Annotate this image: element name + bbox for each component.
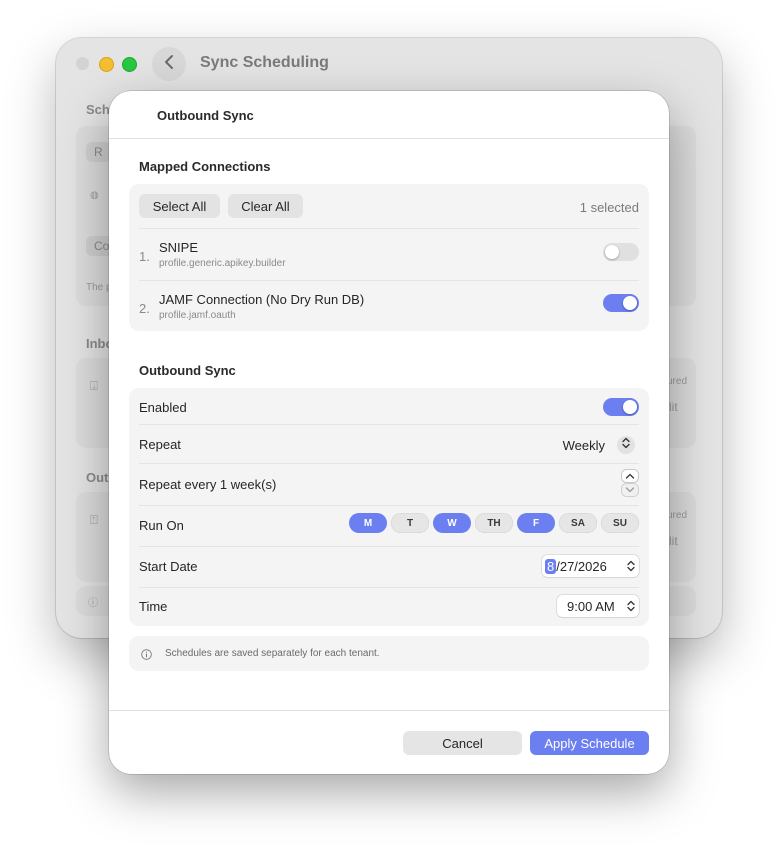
info-box: Schedules are saved separately for each … — [129, 636, 649, 671]
repeat-value[interactable]: Weekly — [563, 438, 605, 453]
day-monday[interactable]: M — [349, 513, 387, 533]
apply-schedule-button[interactable]: Apply Schedule — [530, 731, 649, 755]
day-tuesday[interactable]: T — [391, 513, 429, 533]
repeat-every-label: Repeat every 1 week(s) — [139, 477, 277, 492]
day-saturday[interactable]: SA — [559, 513, 597, 533]
start-date-month[interactable]: 8 — [545, 558, 557, 574]
connection-name: JAMF Connection (No Dry Run DB) — [159, 292, 365, 307]
day-thursday[interactable]: TH — [475, 513, 513, 533]
mapped-connections-group: Select All Clear All 1 selected 1. SNIPE… — [129, 184, 649, 331]
start-date-picker[interactable]: 8 /27/2026 — [542, 555, 639, 577]
back-button[interactable] — [152, 47, 186, 81]
chevron-left-icon — [164, 54, 174, 75]
time-value[interactable]: 9:00 AM — [567, 599, 615, 614]
bg-section-outbound: Out — [86, 470, 109, 485]
jamf-toggle[interactable] — [603, 294, 639, 312]
select-all-button[interactable]: Select All — [139, 194, 220, 218]
day-friday[interactable]: F — [517, 513, 555, 533]
run-on-label: Run On — [139, 518, 184, 533]
chevron-up-down-icon — [627, 600, 635, 615]
connection-profile: profile.jamf.oauth — [159, 310, 236, 321]
repeat-label: Repeat — [139, 437, 181, 452]
bg-configured-2: ured — [667, 510, 688, 521]
day-sunday[interactable]: SU — [601, 513, 639, 533]
repeat-select[interactable] — [617, 436, 635, 454]
outbound-sync-title: Outbound Sync — [139, 363, 236, 378]
snipe-toggle[interactable] — [603, 243, 639, 261]
enabled-label: Enabled — [139, 400, 187, 415]
window-title: Sync Scheduling — [200, 54, 329, 71]
mapped-connections-title: Mapped Connections — [139, 159, 271, 174]
connection-index: 2. — [139, 301, 150, 316]
start-date-rest[interactable]: /27/2026 — [556, 559, 607, 574]
outbound-sync-sheet: Outbound Sync Mapped Connections Select … — [109, 91, 669, 774]
start-date-label: Start Date — [139, 559, 198, 574]
connection-row-snipe[interactable]: 1. SNIPE profile.generic.apikey.builder — [139, 229, 639, 281]
sheet-header: Outbound Sync — [109, 91, 669, 139]
info-icon: ⓘ — [88, 598, 98, 609]
info-icon — [141, 647, 152, 665]
time-picker[interactable]: 9:00 AM — [557, 595, 639, 617]
time-label: Time — [139, 599, 168, 614]
maximize-window-button[interactable] — [122, 57, 137, 72]
sheet-title: Outbound Sync — [157, 108, 254, 123]
connection-index: 1. — [139, 249, 150, 264]
selected-count: 1 selected — [579, 200, 639, 215]
shield-icon: ◍ — [90, 190, 99, 201]
repeat-row: Repeat Weekly — [139, 425, 639, 464]
footer-divider — [109, 710, 669, 711]
bg-edit: lit — [669, 400, 678, 414]
interval-stepper[interactable] — [621, 469, 639, 497]
bg-small-text: The p — [86, 282, 112, 293]
upload-icon: ⍐ — [90, 512, 98, 527]
connection-name: SNIPE — [159, 240, 199, 255]
bg-pill: R — [86, 142, 111, 162]
run-on-row: Run On M T W TH F SA SU — [139, 506, 639, 547]
bg-configured: ured — [667, 376, 688, 387]
selection-toolbar: Select All Clear All 1 selected — [139, 184, 639, 229]
enabled-toggle[interactable] — [603, 398, 639, 416]
chevron-up-down-icon — [627, 560, 635, 575]
info-text: Schedules are saved separately for each … — [165, 648, 380, 659]
download-icon: ⍗ — [90, 378, 98, 393]
enabled-row: Enabled — [139, 388, 639, 425]
close-window-button[interactable] — [76, 57, 89, 70]
bg-edit-2: lit — [669, 534, 678, 548]
clear-all-button[interactable]: Clear All — [228, 194, 303, 218]
repeat-every-row: Repeat every 1 week(s) — [139, 464, 639, 506]
minimize-window-button[interactable] — [99, 57, 114, 72]
start-date-row: Start Date 8 /27/2026 — [139, 547, 639, 588]
cancel-button[interactable]: Cancel — [403, 731, 522, 755]
time-row: Time 9:00 AM — [139, 588, 639, 626]
connection-row-jamf[interactable]: 2. JAMF Connection (No Dry Run DB) profi… — [139, 281, 639, 331]
outbound-sync-group: Enabled Repeat Weekly Repeat every 1 wee… — [129, 388, 649, 626]
chevron-up-down-icon — [622, 436, 630, 454]
connection-profile: profile.generic.apikey.builder — [159, 258, 286, 269]
day-wednesday[interactable]: W — [433, 513, 471, 533]
